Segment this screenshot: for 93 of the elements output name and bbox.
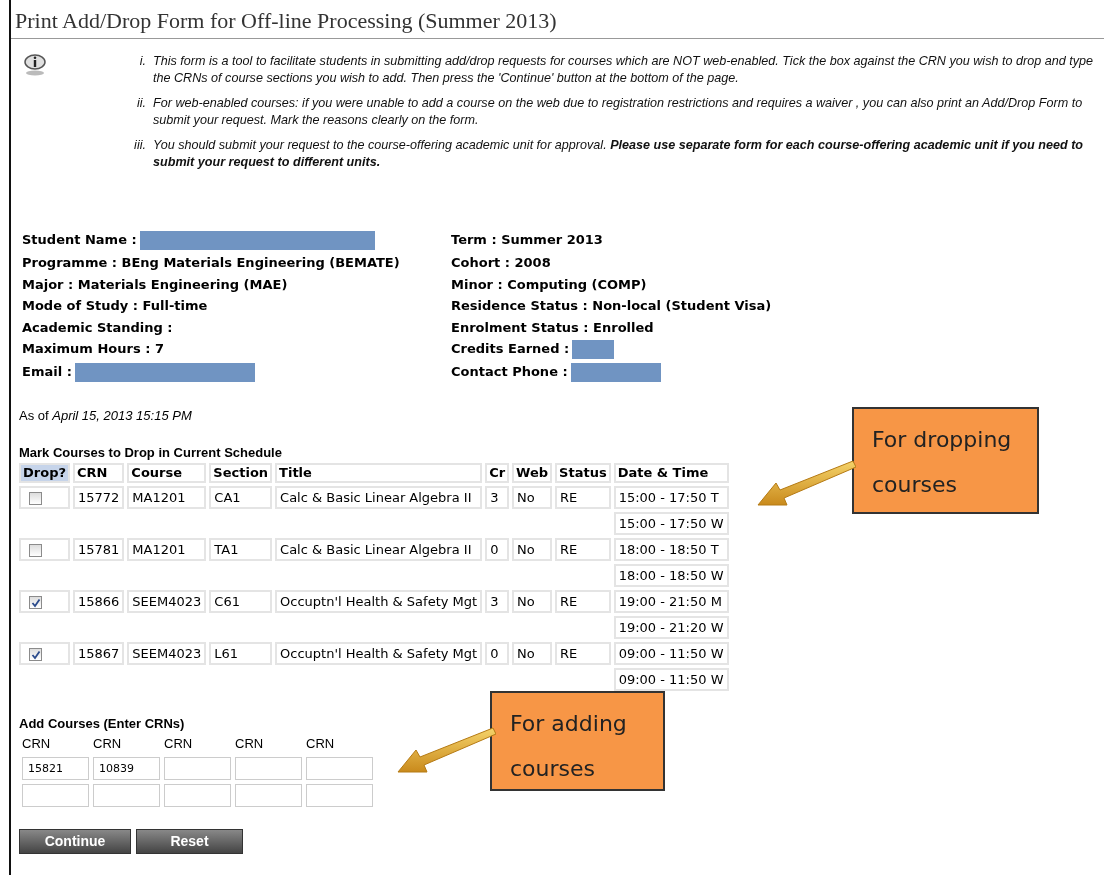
checkbox[interactable] [29, 596, 42, 610]
table-cell: TA1 [209, 538, 273, 562]
crn-input-field[interactable] [235, 757, 302, 781]
column-header: CRN [93, 734, 123, 753]
crn-input-field[interactable] [306, 757, 373, 781]
section-title: Mark Courses to Drop in Current Schedule [19, 443, 282, 462]
column-header: Status [555, 463, 611, 484]
table-cell: CA1 [209, 486, 273, 510]
column-header: Drop? [19, 463, 70, 484]
callout-note: For adding courses [490, 691, 665, 791]
table-cell: 15:00 - 17:50 W [613, 512, 729, 536]
crn-input-field[interactable] [306, 784, 373, 808]
table-cell: SEEM4023 [127, 590, 207, 614]
table-cell: 15867 [73, 642, 125, 666]
info-field: Term : Summer 2013 [451, 232, 603, 247]
continue-button[interactable]: Continue [19, 829, 131, 855]
column-header: CRN [164, 734, 194, 753]
column-header: Section [209, 463, 273, 484]
table-cell: 0 [485, 642, 510, 666]
info-field: Cohort : 2008 [451, 255, 551, 270]
table-cell: RE [555, 590, 611, 614]
column-header: Cr [485, 463, 510, 484]
table-cell: 15866 [73, 590, 125, 614]
info-field: Residence Status : Non-local (Student Visa) [451, 298, 772, 314]
list-numeral: i. [138, 53, 147, 70]
callout-note: For dropping courses [852, 407, 1039, 514]
reset-button[interactable]: Reset [136, 829, 243, 855]
table-cell: 15:00 - 17:50 T [613, 486, 729, 510]
crn-input-field[interactable] [164, 757, 231, 781]
table-cell: C61 [209, 590, 273, 614]
table-cell: 18:00 - 18:50 T [613, 538, 729, 562]
table-cell: 09:00 - 11:50 W [613, 668, 729, 692]
list-numeral: ii. [135, 95, 147, 112]
table-cell: SEEM4023 [127, 642, 207, 666]
column-header: Title [275, 463, 483, 484]
crn-input-field[interactable] [235, 784, 302, 808]
table-cell: No [512, 642, 553, 666]
info-field: Programme : BEng Materials Engineering (BEMATE) [22, 255, 400, 270]
column-header: Web [512, 463, 553, 484]
column-header: CRN [73, 463, 125, 484]
table-cell: No [512, 486, 553, 510]
table-cell: 3 [485, 486, 510, 510]
info-field: Student Name : [22, 232, 137, 247]
list-numeral: iii. [133, 137, 147, 154]
column-header: Date & Time [613, 463, 729, 484]
crn-input-field[interactable] [93, 784, 160, 808]
checkbox[interactable] [29, 544, 42, 558]
checkbox[interactable] [29, 648, 42, 662]
table-cell: No [512, 538, 553, 562]
table-cell: RE [555, 642, 611, 666]
as-of-date: As of April 15, 2013 15:15 PM [19, 407, 193, 426]
note-text: You should submit your request to the course-offering academic unit for approval. Please use separate form for each course-offering academic unit if you need to submit your request to different units. [153, 137, 1084, 171]
table-cell: 19:00 - 21:50 M [613, 590, 729, 614]
table-cell: RE [555, 538, 611, 562]
table-cell: 15772 [73, 486, 125, 510]
table-cell: No [512, 590, 553, 614]
table-cell: 19:00 - 21:20 W [613, 616, 729, 640]
column-header: CRN [306, 734, 336, 753]
table-cell: RE [555, 486, 611, 510]
table-cell: 15781 [73, 538, 125, 562]
checkbox[interactable] [29, 492, 42, 506]
table-cell: 0 [485, 538, 510, 562]
table-cell: MA1201 [127, 538, 207, 562]
info-icon [23, 53, 47, 77]
info-field: Enrolment Status : Enrolled [451, 319, 654, 335]
column-header: CRN [22, 734, 52, 753]
table-cell: 18:00 - 18:50 W [613, 564, 729, 588]
info-field: Major : Materials Engineering (MAE) [22, 276, 288, 292]
crn-input-field[interactable] [164, 784, 231, 808]
info-field: Maximum Hours : 7 [22, 341, 164, 357]
crn-input-field[interactable]: 10839 [93, 757, 160, 781]
info-field: Email : [22, 364, 72, 380]
column-header: CRN [235, 734, 265, 753]
info-field: Credits Earned : [451, 341, 570, 357]
crn-input-field[interactable] [22, 784, 89, 808]
info-field: Mode of Study : Full-time [22, 298, 208, 314]
table-cell: Occuptn'l Health & Safety Mgt [275, 642, 483, 666]
table-cell: 3 [485, 590, 510, 614]
table-cell: Calc & Basic Linear Algebra II [275, 538, 483, 562]
note-text: This form is a tool to facilitate students in submitting add/drop requests for courses which are NOT web-enabled. Tick the box against the CRN you wish to drop and type the CRNs of course sections you wish to add. Then press the 'Continue' button at the bottom of the page. [153, 53, 1094, 87]
crn-input-field[interactable]: 15821 [22, 757, 89, 781]
note-text: For web-enabled courses: if you were unable to add a course on the web due to registration restrictions and requires a waiver , you can also print an Add/Drop Form to submit your request. Mark the reasons clearly on the form. [153, 95, 1084, 129]
table-cell: Occuptn'l Health & Safety Mgt [275, 590, 483, 614]
table-cell: MA1201 [127, 486, 207, 510]
table-cell: L61 [209, 642, 273, 666]
info-field: Contact Phone : [451, 364, 568, 380]
page-title: Print Add/Drop Form for Off-line Processing (Summer 2013) [11, 0, 1104, 39]
column-header: Course [127, 463, 207, 484]
info-field: Minor : Computing (COMP) [451, 276, 647, 292]
table-cell: 09:00 - 11:50 W [613, 642, 729, 666]
info-field: Academic Standing : [22, 319, 173, 335]
table-cell: Calc & Basic Linear Algebra II [275, 486, 483, 510]
section-title: Add Courses (Enter CRNs) [19, 715, 185, 734]
